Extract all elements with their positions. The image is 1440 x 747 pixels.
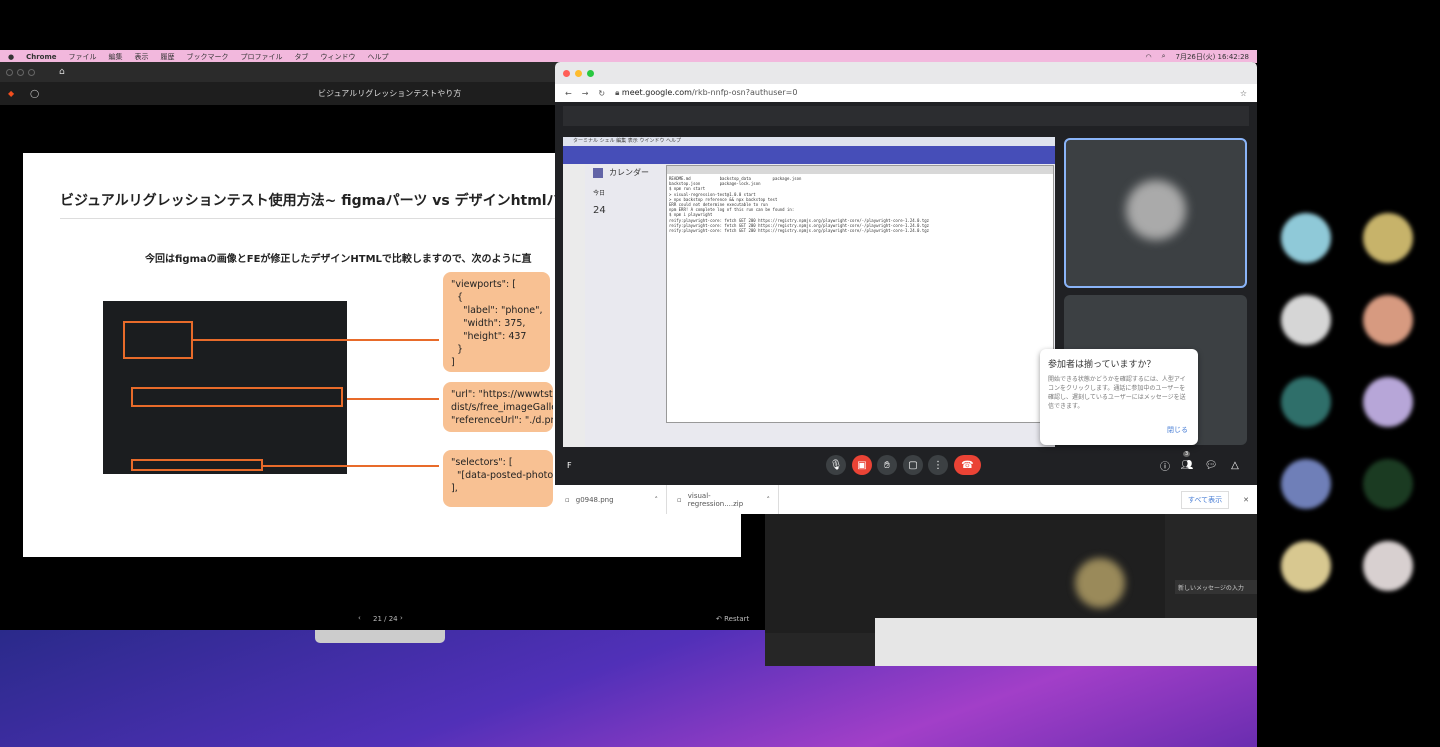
download-item[interactable]: ▫ visual-regression....zip ˄ xyxy=(667,485,779,514)
chat-icon[interactable]: 💬︎ xyxy=(1201,455,1221,475)
camera-off-button[interactable]: ▣ xyxy=(852,455,872,475)
star-icon[interactable]: ☆ xyxy=(1240,89,1247,98)
menu-edit[interactable]: 編集 xyxy=(109,52,123,62)
menu-window[interactable]: ウィンドウ xyxy=(321,52,356,62)
presentation-controls: ‹ 21 / 24 › ↶ Restart xyxy=(0,610,765,630)
file-list xyxy=(875,618,1257,666)
teams-sidebar xyxy=(563,164,585,447)
meet-browser-window: ← → ↻ 🔒︎ meet.google.com/rkb-nnfp-osn?au… xyxy=(555,62,1257,514)
address-bar[interactable]: ← → ↻ 🔒︎ meet.google.com/rkb-nnfp-osn?au… xyxy=(555,84,1257,102)
menu-bookmarks[interactable]: ブックマーク xyxy=(187,52,229,62)
arrow-3 xyxy=(263,465,439,467)
wifi-icon[interactable]: ◠ xyxy=(1145,53,1151,61)
info-icon[interactable]: ⓘ xyxy=(1155,455,1175,475)
teams-window: 新しいメッセージの入力 xyxy=(765,513,1257,666)
mic-button[interactable]: 🎙︎ xyxy=(826,455,846,475)
terminal-window: README.md backstop_data package.json bac… xyxy=(666,165,1054,423)
apple-icon[interactable]: ● xyxy=(8,53,14,61)
calendar-panel: カレンダー 今日 24 xyxy=(593,167,649,216)
shared-screen: ターミナル シェル 編集 表示 ウインドウ ヘルプ カレンダー 今日 24 RE… xyxy=(563,137,1055,447)
window-thumbnail[interactable] xyxy=(315,630,445,643)
tab-strip xyxy=(555,62,1257,84)
participant-avatar[interactable] xyxy=(1281,213,1331,263)
participant-avatar[interactable] xyxy=(1363,213,1413,263)
menu-app[interactable]: Chrome xyxy=(26,53,56,61)
arrow-1 xyxy=(193,339,439,341)
meet-controls: F 🎙︎ ▣ ✋︎ ▢ ⋮ ☎︎ ⓘ 👥︎ 3 💬︎ △ xyxy=(555,450,1257,482)
shared-menubar: ターミナル シェル 編集 表示 ウインドウ ヘルプ xyxy=(563,137,1055,146)
next-slide-button[interactable]: › xyxy=(400,614,403,622)
participant-avatar[interactable] xyxy=(1281,377,1331,427)
participant-avatar[interactable] xyxy=(1363,541,1413,591)
menu-tab[interactable]: タブ xyxy=(295,52,309,62)
participant-avatar[interactable] xyxy=(1363,459,1413,509)
file-icon: ▫ xyxy=(565,495,570,504)
raise-hand-button[interactable]: ✋︎ xyxy=(877,455,897,475)
forward-icon[interactable]: → xyxy=(582,89,589,98)
terminal-output: README.md backstop_data package.json bac… xyxy=(669,176,930,234)
menu-file[interactable]: ファイル xyxy=(69,52,97,62)
people-icon[interactable]: 👥︎ 3 xyxy=(1177,451,1197,475)
clock[interactable]: 7月26日(火) 16:42:28 xyxy=(1176,52,1250,62)
code-screenshot xyxy=(103,301,347,474)
participant-avatar[interactable] xyxy=(1363,295,1413,345)
popup-body: 開始できる状態かどうかを確認するには、人型アイコンをクリックします。通話に参加中… xyxy=(1048,376,1186,410)
url-box: "url": "https://wwwtst.k4 dist/s/free_im… xyxy=(443,382,553,432)
search-icon[interactable]: ⌕ xyxy=(1162,52,1166,61)
page-indicator: 21 / 24 xyxy=(373,615,398,623)
self-initial: F xyxy=(567,461,572,470)
show-all-button[interactable]: すべて表示 xyxy=(1180,490,1230,509)
menu-history[interactable]: 履歴 xyxy=(161,52,175,62)
participant-tile[interactable] xyxy=(1064,138,1247,288)
leave-call-button[interactable]: ☎︎ xyxy=(954,455,981,475)
menu-view[interactable]: 表示 xyxy=(135,52,149,62)
activities-icon[interactable]: △ xyxy=(1225,455,1245,475)
url-field[interactable]: 🔒︎ meet.google.com/rkb-nnfp-osn?authuser… xyxy=(615,88,797,98)
restart-button[interactable]: ↶ Restart xyxy=(716,615,749,623)
more-options-button[interactable]: ⋮ xyxy=(928,455,948,475)
present-button[interactable]: ▢ xyxy=(903,455,923,475)
prev-slide-button[interactable]: ‹ xyxy=(358,614,361,622)
chat-input[interactable]: 新しいメッセージの入力 xyxy=(1175,580,1257,594)
download-item[interactable]: ▫ g0948.png ˄ xyxy=(555,485,667,514)
meet-top-bar xyxy=(563,106,1249,126)
back-icon[interactable]: ← xyxy=(565,89,572,98)
participant-avatar[interactable] xyxy=(1281,459,1331,509)
download-bar: ▫ g0948.png ˄ ▫ visual-regression....zip ˄ す… xyxy=(555,485,1257,514)
slide-subtitle: 今回はfigmaの画像とFEが修正したデザインHTMLで比較しますので、次のよう… xyxy=(145,254,532,265)
menu-help[interactable]: ヘルプ xyxy=(368,52,389,62)
avatar xyxy=(1075,558,1125,608)
reload-icon[interactable]: ↻ xyxy=(598,89,605,98)
participant-avatar[interactable] xyxy=(1363,377,1413,427)
lock-icon: 🔒︎ xyxy=(615,88,620,97)
viewports-box: "viewports": [ { "label": "phone", "widt… xyxy=(443,272,550,372)
selectors-box: "selectors": [ "[data-posted-photo-c ], xyxy=(443,450,553,507)
comment-icon[interactable]: ◯ xyxy=(30,89,39,98)
home-icon[interactable]: ⌂ xyxy=(59,67,65,77)
popup-title: 参加者は揃っていますか？ xyxy=(1048,360,1156,370)
menu-profile[interactable]: プロファイル xyxy=(241,52,283,62)
participants-tip-popup: 参加者は揃っていますか？ 開始できる状態かどうかを確認するには、人型アイコンをク… xyxy=(1040,349,1198,445)
file-icon: ▫ xyxy=(677,495,682,504)
popup-close-button[interactable]: 閉じる xyxy=(1167,425,1188,435)
participant-avatar[interactable] xyxy=(1281,541,1331,591)
participant-avatar[interactable] xyxy=(1281,295,1331,345)
figma-logo-icon[interactable]: ◆ xyxy=(8,89,14,98)
arrow-2 xyxy=(347,398,439,400)
close-icon[interactable]: ✕ xyxy=(1243,496,1249,504)
document-title[interactable]: ビジュアルリグレッションテストやり方 xyxy=(318,88,461,99)
